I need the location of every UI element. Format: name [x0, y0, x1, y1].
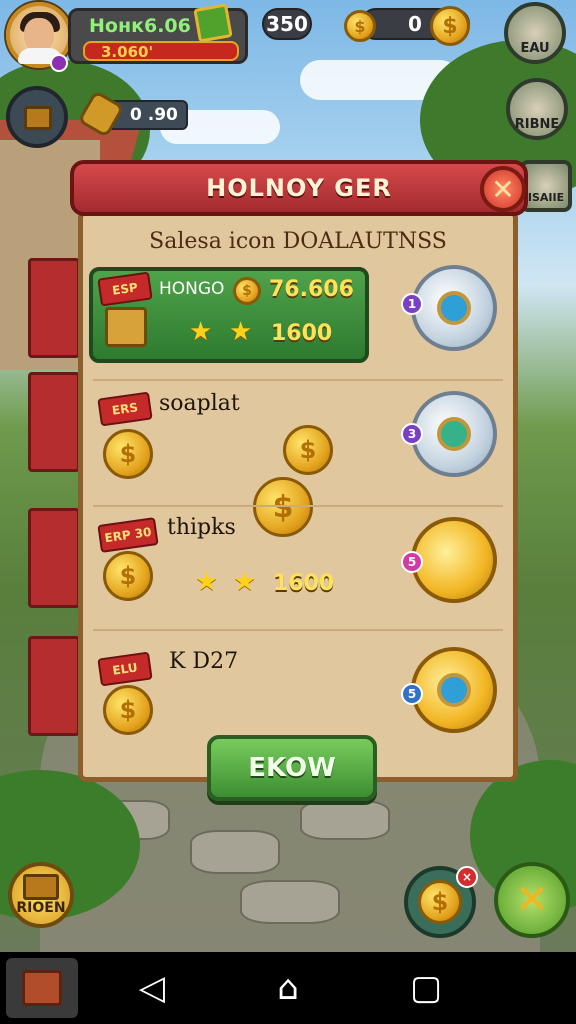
side-menu-label: ISAIIE [527, 191, 565, 204]
coins-count: 0 [408, 12, 422, 36]
dialog-body: Salesa icon DOALAUTNSS ESP HONGO $ 76.60… [78, 210, 518, 801]
rewards-label: RIOEN [16, 900, 66, 916]
sub-resource-value: 0 .90 [130, 105, 178, 125]
star-icon: ★ [195, 567, 219, 597]
row-divider [93, 505, 503, 507]
close-icon[interactable]: ✕ [480, 166, 526, 212]
reward-tag: ESP [97, 271, 153, 307]
map-label: RIBNE [514, 117, 560, 132]
dialog-subtitle: Salesa icon DOALAUTNSS [149, 229, 447, 254]
reward-label: K D27 [169, 649, 239, 674]
coin-icon: $ [103, 551, 153, 601]
chest-icon [24, 106, 52, 130]
coin-icon: $ [103, 429, 153, 479]
shop-chest-button[interactable]: EAU [504, 2, 566, 64]
reward-points: 1600 [273, 571, 335, 596]
avatar-face [24, 18, 54, 52]
row-divider [93, 379, 503, 381]
battle-button[interactable]: ✕ [494, 862, 570, 938]
coin-icon: $ [253, 477, 313, 537]
reward-tag: ERP 30 [97, 517, 159, 553]
row-divider [93, 629, 503, 631]
star-icon: ★ [189, 317, 213, 347]
reward-label: thipks [167, 515, 236, 540]
chest-icon [105, 307, 147, 347]
player-name: Hoнк6.06 [89, 15, 191, 37]
coin-icon: $ [283, 425, 333, 475]
level-badge-icon [50, 54, 68, 72]
reward-value: 76.606 [269, 277, 354, 302]
back-icon[interactable]: ◁ [128, 964, 176, 1012]
target-badge-icon[interactable]: 3 [401, 391, 497, 477]
shop-chest-label: EAU [520, 41, 550, 56]
dollar-button[interactable]: $ × [404, 866, 478, 938]
dialog-title: HOLNOY GER [70, 160, 528, 216]
badge-center [437, 673, 471, 707]
system-nav-bar: ◁ ⌂ ▢ [0, 952, 576, 1024]
app-thumbnail [22, 970, 62, 1006]
reward-tag: ERS [97, 391, 153, 427]
reward-tag: ELU [97, 651, 153, 687]
stone [190, 830, 280, 874]
target-badge-icon[interactable]: 1 [401, 265, 497, 351]
reward-label: soaplat [159, 391, 240, 416]
chest-icon [23, 874, 59, 900]
reward-dialog: Salesa icon DOALAUTNSS ESP HONGO $ 76.60… [70, 160, 528, 801]
coin-icon: $ [418, 880, 462, 924]
recent-app-icon[interactable] [6, 958, 78, 1018]
badge-pin-icon: 5 [401, 551, 423, 573]
coin-icon: $ [233, 277, 261, 305]
badge-center [437, 417, 471, 451]
featured-reward-row[interactable]: ESP HONGO $ 76.606 ★ ★ 1600 [89, 267, 369, 363]
inventory-button[interactable] [6, 86, 68, 148]
star-icon: ★ [229, 317, 253, 347]
xp-bar: 3.060' [83, 41, 239, 61]
confirm-button[interactable]: EKOW [207, 735, 377, 801]
coin-icon[interactable]: $ [430, 6, 470, 46]
badge-pin-icon: 1 [401, 293, 423, 315]
gems-count: 350 [262, 8, 312, 40]
recents-icon[interactable]: ▢ [402, 964, 450, 1012]
badge-pin-icon: 3 [401, 423, 423, 445]
badge-center [437, 291, 471, 325]
star-icon: ★ [233, 567, 257, 597]
gem-icon [193, 3, 233, 43]
target-badge-icon[interactable]: 5 [401, 647, 497, 733]
player-avatar[interactable] [6, 2, 72, 72]
home-icon[interactable]: ⌂ [264, 964, 312, 1012]
notification-badge-icon: × [456, 866, 478, 888]
coins-stack-icon: $ [344, 10, 376, 42]
coin-icon: $ [103, 685, 153, 735]
rewards-button[interactable]: RIOEN [8, 862, 74, 928]
reward-label: HONGO [159, 279, 225, 299]
reward-points: 1600 [271, 321, 333, 346]
stone [300, 800, 390, 840]
xp-text: 3.060' [101, 43, 154, 61]
stone [240, 880, 340, 924]
coin-badge-icon[interactable]: 5 [401, 517, 497, 603]
map-button[interactable]: RIBNE [506, 78, 568, 140]
badge-pin-icon: 5 [401, 683, 423, 705]
